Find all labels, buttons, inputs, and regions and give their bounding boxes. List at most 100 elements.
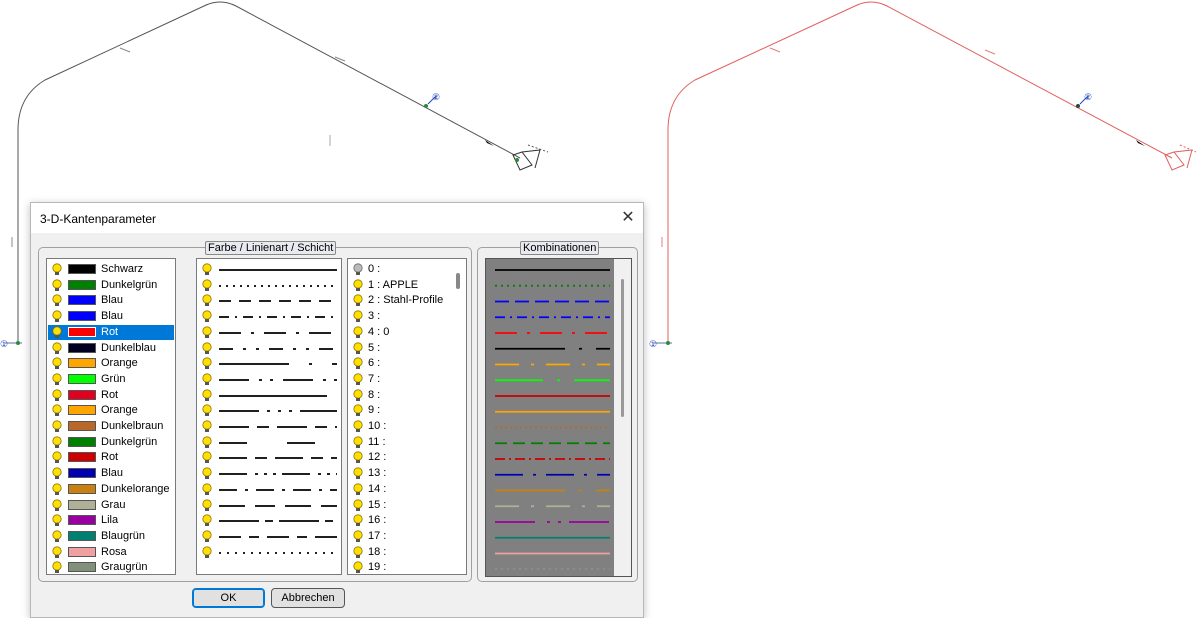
color-list-item[interactable]: Dunkelgrün [48, 435, 174, 450]
linetype-sample [219, 535, 337, 538]
color-swatch [68, 373, 96, 384]
lightbulb-icon [353, 404, 363, 417]
layer-list-item[interactable]: 14 : [349, 482, 453, 497]
linetype-sample [219, 520, 337, 523]
color-list-item[interactable]: Orange [48, 356, 174, 371]
lightbulb-icon [202, 373, 212, 385]
layer-list-item[interactable]: 9 : [349, 403, 453, 418]
color-name: Graugrün [101, 561, 148, 574]
layer-list-item[interactable]: 8 : [349, 388, 453, 403]
linetype-list-item[interactable] [198, 482, 338, 497]
group-color-linetype-layer-label: Farbe / Linienart / Schicht [205, 241, 337, 255]
linetype-list-item[interactable] [198, 403, 338, 418]
color-list-item[interactable]: Blau [48, 309, 174, 324]
linetype-list-item[interactable] [198, 529, 338, 544]
linetype-list-item[interactable] [198, 498, 338, 513]
color-list-item[interactable]: Orange [48, 403, 174, 418]
marker-2-right: ② [1084, 92, 1092, 102]
linetype-sample [219, 504, 337, 507]
dialog-titlebar[interactable]: 3-D-Kantenparameter ✕ [31, 203, 643, 233]
linetype-listbox[interactable] [196, 258, 342, 575]
layer-list-item[interactable]: 5 : [349, 341, 453, 356]
color-list-item[interactable]: Dunkelgrün [48, 278, 174, 293]
linetype-list-item[interactable] [198, 356, 338, 371]
color-list-item[interactable]: Grau [48, 498, 174, 513]
layer-listbox[interactable]: 0 : 1 : APPLE 2 : Stahl-Profile 3 : 4 : 0 5 :… [347, 258, 467, 575]
color-list-item[interactable]: Rot [48, 388, 174, 403]
color-name: Rot [101, 325, 119, 338]
ok-button[interactable]: OK [192, 588, 265, 608]
lightbulb-icon [202, 420, 212, 432]
layer-name: 10 : [368, 420, 387, 432]
color-list-item[interactable]: Blau [48, 293, 174, 308]
layer-list-item[interactable]: 7 : [349, 372, 453, 387]
linetype-list-item[interactable] [198, 545, 338, 560]
layer-list-scrollbar[interactable] [456, 273, 460, 289]
linetype-list-item[interactable] [198, 262, 338, 277]
layer-list-item[interactable]: 10 : [349, 419, 453, 434]
layer-list-item[interactable]: 6 : [349, 356, 453, 371]
lightbulb-icon [353, 467, 363, 480]
layer-list-item[interactable]: 18 : [349, 545, 453, 560]
combinations-scroll-thumb[interactable] [621, 279, 624, 417]
color-list-item[interactable]: Lila [48, 513, 174, 528]
cancel-button[interactable]: Abbrechen [271, 588, 345, 608]
linetype-list-item[interactable] [198, 372, 338, 387]
layer-name: 3 : [368, 310, 381, 323]
color-list-item[interactable]: Rot [48, 450, 174, 465]
linetype-list-item[interactable] [198, 435, 338, 450]
linetype-list-item[interactable] [198, 278, 338, 293]
color-list-item[interactable]: Blau [48, 466, 174, 481]
color-list-item[interactable]: Schwarz [48, 262, 174, 277]
linetype-list-item[interactable] [198, 309, 338, 324]
linetype-list-item[interactable] [198, 341, 338, 356]
color-list-item[interactable]: Grün [48, 372, 174, 387]
linetype-list-item[interactable] [198, 293, 338, 308]
layer-list-item[interactable]: 0 : [349, 262, 453, 277]
layer-name: 13 : [368, 467, 387, 480]
layer-list-item[interactable]: 3 : [349, 309, 453, 324]
color-swatch [68, 326, 96, 337]
color-list-item[interactable]: Rot [48, 324, 174, 340]
color-list-item[interactable]: Dunkelorange [48, 482, 174, 497]
layer-list-item[interactable]: 1 : APPLE [349, 278, 453, 293]
lightbulb-icon [202, 436, 212, 448]
linetype-list-item[interactable] [198, 513, 338, 528]
linetype-list-item[interactable] [198, 466, 338, 481]
lightbulb-icon [353, 310, 363, 323]
linetype-list-item[interactable] [198, 325, 338, 340]
linetype-list-item[interactable] [198, 388, 338, 403]
layer-list-item[interactable]: 15 : [349, 498, 453, 513]
layer-list-item[interactable]: 11 : [349, 435, 453, 450]
layer-list-item[interactable]: 12 : [349, 450, 453, 465]
layer-list-item[interactable]: 4 : 0 [349, 325, 453, 340]
lightbulb-icon [202, 545, 212, 558]
lightbulb-icon [353, 279, 363, 291]
layer-list-item[interactable]: 19 : [349, 560, 453, 574]
layer-list-item[interactable]: 16 : [349, 513, 453, 528]
lightbulb-icon [52, 545, 62, 558]
close-button[interactable]: ✕ [613, 203, 643, 233]
lightbulb-icon [52, 561, 62, 574]
color-list-item[interactable]: Dunkelblau [48, 341, 174, 356]
color-list-item[interactable]: Dunkelbraun [48, 419, 174, 434]
linetype-list-item[interactable] [198, 450, 338, 465]
lightbulb-icon [202, 279, 212, 291]
color-list-item[interactable]: Graugrün [48, 560, 174, 574]
combinations-preview[interactable] [485, 258, 632, 577]
linetype-list-item[interactable] [198, 419, 338, 434]
color-listbox[interactable]: Schwarz Dunkelgrün Blau Blau Rot Dunkelblau Or… [46, 258, 176, 575]
color-list-item[interactable]: Rosa [48, 545, 174, 560]
linetype-sample [219, 269, 337, 271]
lightbulb-icon [353, 561, 363, 574]
color-swatch [68, 295, 96, 306]
layer-list-item[interactable]: 13 : [349, 466, 453, 481]
combinations-scrollbar[interactable] [614, 259, 631, 576]
color-name: Grün [101, 372, 126, 385]
color-name: Blaugrün [101, 529, 146, 542]
layer-name: 17 : [368, 529, 387, 542]
layer-list-item[interactable]: 2 : Stahl-Profile [349, 293, 453, 308]
linetype-sample [219, 394, 327, 397]
color-list-item[interactable]: Blaugrün [48, 529, 174, 544]
layer-list-item[interactable]: 17 : [349, 529, 453, 544]
